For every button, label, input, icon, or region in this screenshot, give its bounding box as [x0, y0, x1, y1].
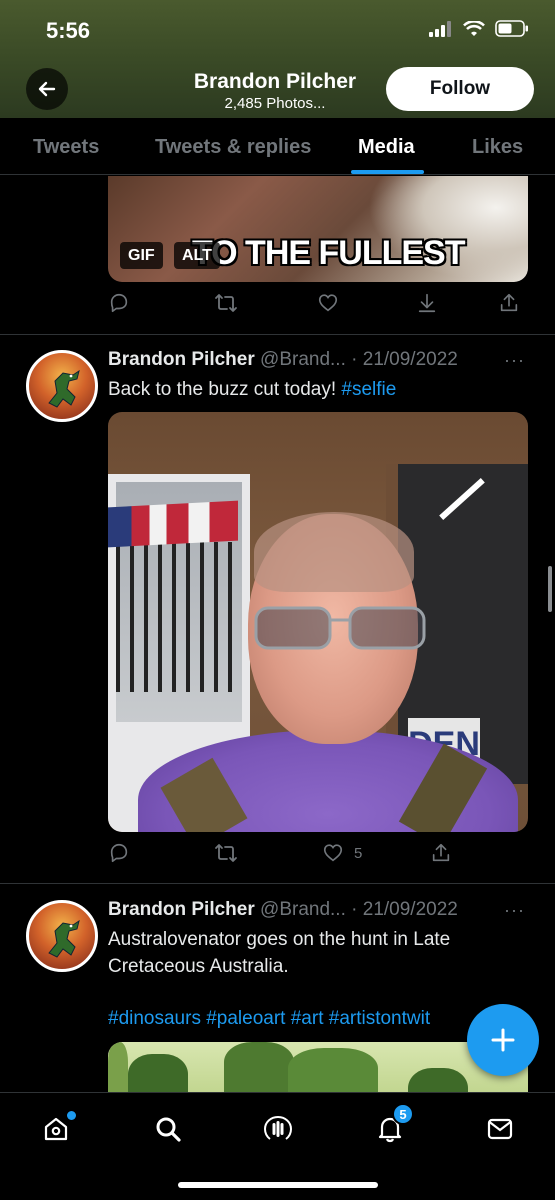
- gif-badge: GIF: [120, 242, 163, 269]
- share-icon: [500, 293, 518, 312]
- active-tab-indicator: [351, 170, 424, 174]
- wifi-icon: [463, 20, 485, 36]
- download-button[interactable]: [416, 292, 438, 314]
- more-options-button[interactable]: ···: [504, 900, 525, 921]
- more-options-button[interactable]: ···: [504, 350, 525, 371]
- tab-media[interactable]: Media: [358, 136, 415, 159]
- author-handle[interactable]: @Brand...: [260, 349, 346, 370]
- like-icon: [323, 844, 343, 862]
- header-title: Brandon Pilcher 2,485 Photos...: [150, 70, 400, 112]
- share-button[interactable]: [498, 292, 520, 314]
- messages-icon: [487, 1118, 513, 1140]
- tweet-date: · 21/09/2022: [351, 349, 458, 370]
- tweet-artwork[interactable]: [108, 1042, 528, 1092]
- reply-icon: [110, 293, 128, 313]
- share-button[interactable]: [430, 842, 452, 864]
- spaces-icon: [263, 1115, 293, 1140]
- download-icon: [418, 293, 436, 313]
- reply-button[interactable]: [108, 842, 130, 864]
- art-foliage: [108, 1042, 128, 1092]
- photo-hair: [254, 512, 414, 592]
- like-button[interactable]: [317, 292, 339, 314]
- dinosaur-avatar-icon: [48, 369, 80, 408]
- tweet-divider: [0, 883, 555, 884]
- tweet-text: Back to the buzz cut today! #selfie: [108, 376, 528, 403]
- battery-icon: [495, 20, 528, 37]
- tweet-gif[interactable]: TO THE FULLEST: [108, 176, 528, 282]
- nav-home[interactable]: [36, 1109, 76, 1149]
- photo-count: 2,485 Photos...: [224, 95, 326, 112]
- share-icon: [432, 843, 450, 862]
- tweet-header: Brandon Pilcher @Brand... · 21/09/2022: [108, 899, 458, 921]
- compose-icon: [491, 1028, 515, 1052]
- photo-railing: [116, 542, 242, 692]
- tweet-text-line: Cretaceous Australia.: [108, 956, 289, 977]
- home-indicator: [178, 1182, 378, 1188]
- hashtag-links[interactable]: #dinosaurs #paleoart #art #artistontwit: [108, 1008, 430, 1029]
- nav-notifications[interactable]: 5: [370, 1103, 414, 1149]
- tweet-text: Australovenator goes on the hunt in Late…: [108, 926, 528, 980]
- status-icons: [429, 20, 529, 37]
- tweet-photo[interactable]: DEN: [108, 412, 528, 832]
- like-icon: [318, 294, 338, 312]
- follow-button[interactable]: Follow: [386, 67, 534, 111]
- back-button[interactable]: [26, 68, 68, 110]
- art-foliage: [128, 1054, 188, 1092]
- author-handle[interactable]: @Brand...: [260, 899, 346, 920]
- profile-header: 5:56 Brandon Pilcher 2,485 Photos... Fol…: [0, 0, 555, 118]
- tweet-text-main: Back to the buzz cut today!: [108, 379, 342, 400]
- avatar[interactable]: [26, 350, 98, 422]
- gif-caption: TO THE FULLEST: [192, 234, 465, 272]
- alt-badge[interactable]: ALT: [174, 242, 220, 269]
- hashtag-link[interactable]: #selfie: [341, 379, 396, 400]
- nav-messages[interactable]: [480, 1109, 520, 1149]
- back-arrow-icon: [38, 81, 56, 97]
- tweet-actions: 5: [108, 842, 528, 872]
- scrollbar[interactable]: [548, 566, 552, 612]
- dinosaur-avatar-icon: [48, 919, 80, 958]
- retweet-icon: [215, 294, 237, 312]
- home-new-indicator: [67, 1111, 76, 1120]
- tweet-header: Brandon Pilcher @Brand... · 21/09/2022: [108, 349, 458, 371]
- profile-name: Brandon Pilcher: [193, 70, 357, 93]
- home-icon: [44, 1117, 68, 1141]
- author-name[interactable]: Brandon Pilcher: [108, 899, 255, 920]
- author-name[interactable]: Brandon Pilcher: [108, 349, 255, 370]
- nav-search[interactable]: [148, 1109, 188, 1149]
- notification-badge: 5: [392, 1103, 414, 1125]
- like-count: 5: [354, 844, 363, 862]
- art-foliage: [224, 1042, 294, 1092]
- reply-button[interactable]: [108, 292, 130, 314]
- tweet-divider: [0, 334, 555, 335]
- tweet-hashtags: #dinosaurs #paleoart #art #artistontwit: [108, 1005, 464, 1032]
- art-foliage: [288, 1048, 378, 1092]
- tab-tweets[interactable]: Tweets: [33, 136, 99, 159]
- tweet-actions: [108, 292, 528, 322]
- retweet-button[interactable]: [214, 842, 238, 864]
- retweet-button[interactable]: [214, 292, 238, 314]
- profile-tabs: Tweets Tweets & replies Media Likes: [0, 118, 555, 175]
- nav-spaces[interactable]: [258, 1109, 298, 1149]
- tab-likes[interactable]: Likes: [472, 136, 523, 159]
- photo-glasses: [254, 606, 426, 650]
- avatar[interactable]: [26, 900, 98, 972]
- like-button[interactable]: 5: [322, 842, 362, 864]
- signal-icon: [429, 20, 451, 37]
- search-icon: [156, 1117, 181, 1142]
- photo-flag: [108, 500, 238, 548]
- reply-icon: [110, 843, 128, 863]
- tab-tweets-replies[interactable]: Tweets & replies: [155, 136, 311, 159]
- status-time: 5:56: [46, 18, 91, 43]
- tweet-text-line: Australovenator goes on the hunt in Late: [108, 929, 451, 950]
- retweet-icon: [215, 844, 237, 862]
- compose-tweet-button[interactable]: [467, 1004, 539, 1076]
- art-foliage: [408, 1068, 468, 1092]
- tweet-date: · 21/09/2022: [351, 899, 458, 920]
